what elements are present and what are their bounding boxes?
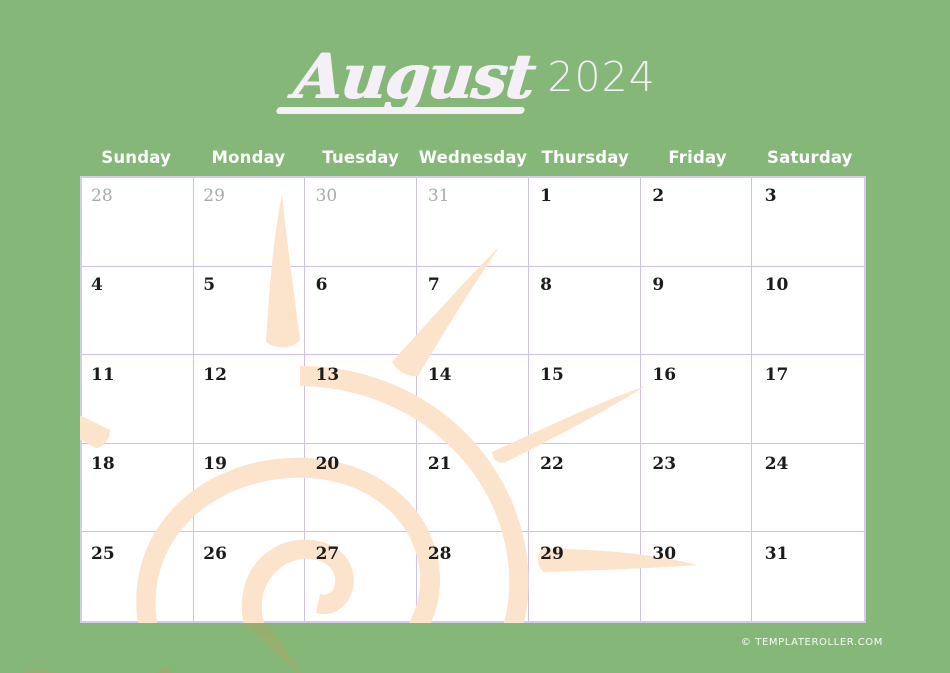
weekday-header-row: Sunday Monday Tuesday Wednesday Thursday…: [80, 146, 866, 176]
weekday-wednesday: Wednesday: [418, 148, 528, 167]
day-cell[interactable]: [417, 178, 529, 267]
month-name: August: [275, 38, 538, 116]
calendar-title: August 2024: [0, 38, 950, 118]
day-cell[interactable]: [305, 355, 418, 444]
weekday-monday: Monday: [211, 148, 286, 167]
day-cell[interactable]: [194, 532, 306, 621]
day-cell[interactable]: [752, 444, 864, 533]
day-cell[interactable]: [82, 178, 194, 267]
day-cell[interactable]: [193, 266, 306, 356]
month-name-text: August: [290, 40, 538, 113]
day-cell[interactable]: [305, 532, 418, 621]
templateroller-watermark: © TEMPLATEROLLER.COM: [740, 637, 883, 648]
day-cell[interactable]: [305, 266, 418, 356]
day-cell[interactable]: [528, 355, 641, 444]
day-cell[interactable]: [305, 178, 418, 267]
day-cell[interactable]: [752, 178, 864, 267]
day-cell[interactable]: [640, 355, 753, 444]
day-cell[interactable]: [417, 443, 529, 533]
day-cell[interactable]: [528, 266, 641, 356]
day-cell[interactable]: [528, 178, 641, 267]
day-cell[interactable]: [641, 532, 753, 621]
day-cell[interactable]: [417, 355, 529, 444]
day-cell[interactable]: [752, 532, 864, 621]
weekday-saturday: Saturday: [767, 148, 853, 167]
day-cell[interactable]: [82, 266, 194, 356]
month-underline-swash: [275, 107, 526, 114]
day-cell[interactable]: [82, 355, 194, 444]
day-cell[interactable]: [640, 443, 753, 533]
weekday-friday: Friday: [668, 148, 727, 167]
day-cell[interactable]: [752, 267, 864, 356]
calendar-grid: [80, 176, 866, 623]
day-cell[interactable]: [752, 355, 864, 444]
day-cell[interactable]: [193, 178, 306, 267]
day-cell[interactable]: [528, 443, 641, 533]
day-cell[interactable]: [417, 532, 529, 621]
year-label: 2024: [547, 53, 656, 101]
day-cell[interactable]: [193, 355, 306, 444]
day-cell[interactable]: [82, 443, 194, 533]
day-cell[interactable]: [640, 178, 753, 267]
weekday-tuesday: Tuesday: [322, 148, 400, 167]
day-cell[interactable]: [529, 532, 641, 621]
day-cell[interactable]: [417, 266, 529, 356]
day-cell[interactable]: [82, 532, 194, 621]
day-cell[interactable]: [640, 266, 753, 356]
weekday-thursday: Thursday: [541, 148, 630, 167]
weekday-sunday: Sunday: [101, 148, 172, 167]
day-cell[interactable]: [305, 443, 418, 533]
day-cell[interactable]: [193, 443, 306, 533]
